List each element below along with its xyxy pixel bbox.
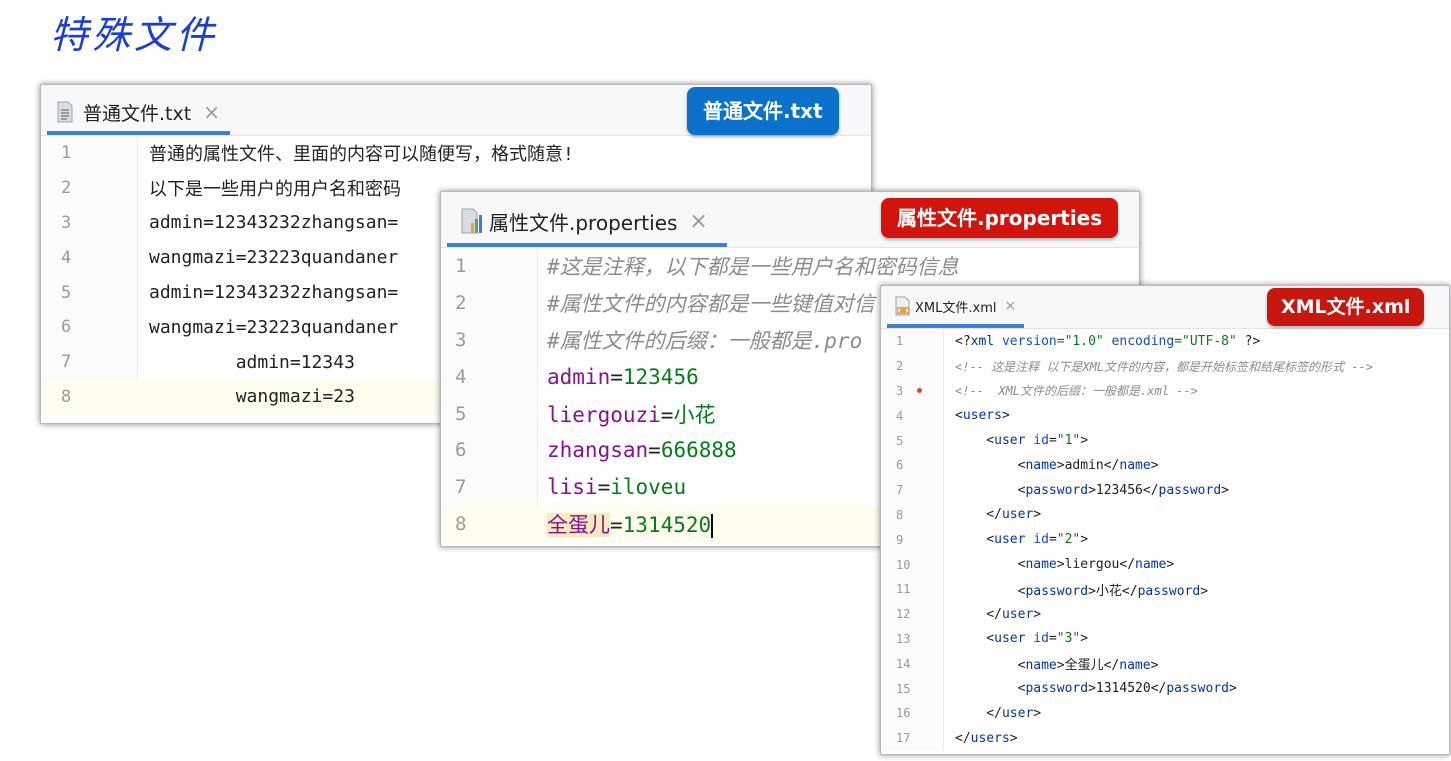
code-line: 14 <name>全蛋儿</name> xyxy=(896,656,1159,674)
tab-label: XML文件.xml xyxy=(915,300,997,316)
property-key: 全蛋儿 xyxy=(547,512,610,537)
code-line: 17 </users> xyxy=(896,730,1018,746)
text-caret xyxy=(711,513,714,538)
property-value: iloveu xyxy=(610,475,687,500)
xml-badge: XML文件.xml xyxy=(1267,288,1425,326)
code-line: 5 <user id="1"> xyxy=(896,433,1089,449)
tab-plain-txt[interactable]: 普通文件.txt × xyxy=(47,93,230,135)
property-key: lisi xyxy=(547,475,598,500)
properties-file-icon xyxy=(461,208,482,234)
code-line: 16 </user> xyxy=(896,705,1042,721)
tab-label: 属性文件.properties xyxy=(489,210,678,235)
code-line: 10 <name>liergou</name> xyxy=(896,557,1175,573)
breakpoint-marker[interactable] xyxy=(917,387,922,393)
code-line: 9 <user id="2"> xyxy=(896,532,1089,548)
property-value: 123456 xyxy=(622,364,699,389)
code-line: 1 #这是注释，以下都是一些用户名和密码信息 xyxy=(455,255,959,280)
code-line: 6 <name>admin</name> xyxy=(896,457,1159,473)
code-line: 1 <?xml version="1.0" encoding="UTF-8" ?> xyxy=(896,333,1261,349)
text-file-icon xyxy=(57,101,73,123)
code-line: 12 </user> xyxy=(896,606,1042,622)
close-icon[interactable]: × xyxy=(1004,298,1016,314)
code-line: 4 <users> xyxy=(896,408,1010,424)
xml-file-icon xyxy=(895,296,910,316)
code-line: 7 <password>123456</password> xyxy=(896,482,1229,498)
xml-editor[interactable]: 1 <?xml version="1.0" encoding="UTF-8" ?>… xyxy=(881,329,1449,751)
code-line: 2 <!-- 这是注释 以下是XML文件的内容，都是开始标签和结尾标签的形式 --… xyxy=(896,359,1373,374)
xml-editor-window: XML文件.xml × XML文件.xml 1 <?xml version="1.… xyxy=(880,285,1450,755)
property-key: liergouzi xyxy=(547,402,661,427)
tab-xml[interactable]: XML文件.xml × xyxy=(887,288,1025,328)
property-value: 666888 xyxy=(660,438,737,463)
tab-label: 普通文件.txt xyxy=(83,102,192,125)
code-line: 1 普通的属性文件、里面的内容可以随便写，格式随意! xyxy=(61,143,574,166)
property-value: 小花 xyxy=(673,402,716,427)
property-key: admin xyxy=(547,364,611,389)
code-line: 11 <password>小花</password> xyxy=(896,582,1209,599)
tab-bar: 属性文件.properties × 属性文件.properties xyxy=(441,192,1139,248)
code-line: 13 <user id="3"> xyxy=(896,631,1089,647)
properties-badge: 属性文件.properties xyxy=(881,198,1119,238)
code-line: 3 <!-- XML文件的后缀：一般都是.xml --> xyxy=(896,383,1198,399)
page-title: 特殊文件 xyxy=(50,13,219,57)
property-value: 1314520 xyxy=(622,512,712,537)
code-line: 8 </user> xyxy=(896,507,1042,523)
tab-bar: 普通文件.txt × 普通文件.txt xyxy=(41,85,871,136)
tab-bar: XML文件.xml × XML文件.xml xyxy=(881,286,1449,329)
tab-properties[interactable]: 属性文件.properties × xyxy=(447,199,727,247)
property-key: zhangsan xyxy=(547,438,649,463)
close-icon[interactable]: × xyxy=(203,100,220,124)
code-line: 15 <password>1314520</password> xyxy=(896,681,1237,697)
close-icon[interactable]: × xyxy=(689,209,707,234)
txt-badge: 普通文件.txt xyxy=(687,87,839,135)
